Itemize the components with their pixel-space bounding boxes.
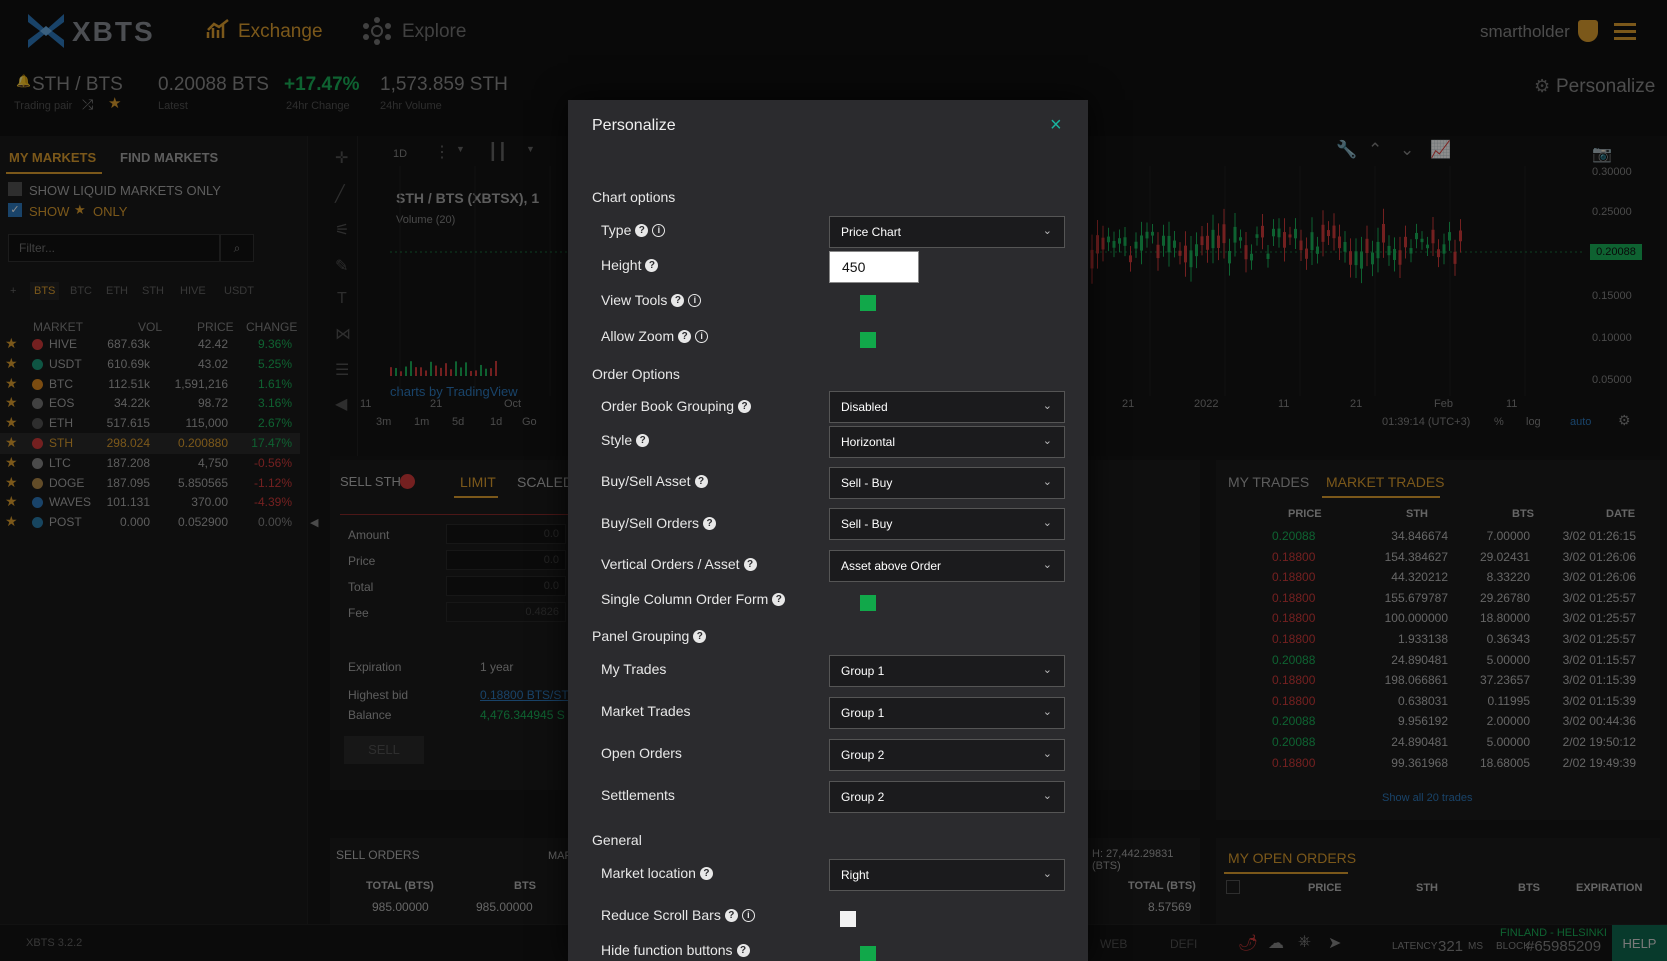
view-tools-checkbox[interactable] — [860, 295, 876, 311]
section-chart-options: Chart options — [592, 189, 676, 205]
label-buy-sell-orders: Buy/Sell Orders? — [601, 515, 717, 531]
label-single-column-text: Single Column Order Form — [601, 591, 769, 607]
label-buy-sell-orders-text: Buy/Sell Orders — [601, 515, 700, 531]
label-hide-function: Hide function buttons? — [601, 942, 750, 958]
help-icon[interactable]: ? — [694, 474, 708, 488]
label-vertical-orders-text: Vertical Orders / Asset — [601, 556, 740, 572]
label-buy-sell-asset-text: Buy/Sell Asset — [601, 473, 691, 489]
chevron-down-icon: ⌄ — [1042, 790, 1052, 802]
chevron-down-icon: ⌄ — [1042, 706, 1052, 718]
info-icon[interactable]: i — [741, 908, 755, 922]
help-icon[interactable]: ? — [772, 592, 786, 606]
label-style: Style? — [601, 432, 650, 448]
label-view-tools: View Tools? i — [601, 292, 702, 308]
chevron-down-icon: ⌄ — [1042, 559, 1052, 571]
market-trades-select[interactable]: Group 1 ⌄ — [829, 697, 1065, 729]
label-settlements-text: Settlements — [601, 787, 675, 803]
help-icon[interactable]: ? — [636, 433, 650, 447]
label-hide-function-text: Hide function buttons — [601, 942, 733, 958]
single-column-checkbox[interactable] — [860, 595, 876, 611]
settlements-value: Group 2 — [841, 790, 885, 804]
section-general: General — [592, 832, 642, 848]
label-order-book-grouping: Order Book Grouping? — [601, 398, 752, 414]
info-icon[interactable]: i — [688, 293, 702, 307]
label-single-column: Single Column Order Form? — [601, 591, 786, 607]
label-type-text: Type — [601, 222, 632, 238]
hide-function-checkbox[interactable] — [860, 946, 876, 961]
allow-zoom-checkbox[interactable] — [860, 332, 876, 348]
order-book-grouping-select[interactable]: Disabled ⌄ — [829, 391, 1065, 423]
personalize-modal: Personalize × Chart options Type? i Price… — [568, 100, 1088, 961]
label-my-trades: My Trades — [601, 661, 666, 677]
help-icon[interactable]: ? — [671, 293, 685, 307]
label-my-trades-text: My Trades — [601, 661, 667, 677]
label-market-location-text: Market location — [601, 865, 696, 881]
close-icon[interactable]: × — [1050, 114, 1062, 137]
buy-sell-asset-value: Sell - Buy — [841, 476, 893, 490]
chevron-down-icon: ⌄ — [1042, 517, 1052, 529]
my-trades-select[interactable]: Group 1 ⌄ — [829, 655, 1065, 687]
modal-title: Personalize — [592, 117, 676, 134]
label-reduce-scroll-text: Reduce Scroll Bars — [601, 907, 721, 923]
buy-sell-asset-select[interactable]: Sell - Buy ⌄ — [829, 467, 1065, 499]
label-buy-sell-asset: Buy/Sell Asset? — [601, 473, 708, 489]
style-value: Horizontal — [841, 435, 896, 449]
label-allow-zoom-text: Allow Zoom — [601, 328, 675, 344]
style-select[interactable]: Horizontal ⌄ — [829, 426, 1065, 458]
label-view-tools-text: View Tools — [601, 292, 668, 308]
label-vertical-orders: Vertical Orders / Asset? — [601, 556, 757, 572]
label-market-location: Market location? — [601, 865, 713, 881]
help-icon[interactable]: ? — [724, 908, 738, 922]
label-height: Height? — [601, 257, 659, 273]
help-icon[interactable]: ? — [703, 516, 717, 530]
buy-sell-orders-select[interactable]: Sell - Buy ⌄ — [829, 508, 1065, 540]
info-icon[interactable]: i — [695, 329, 709, 343]
help-icon[interactable]: ? — [645, 258, 659, 272]
label-open-orders: Open Orders — [601, 745, 682, 761]
label-order-book-grouping-text: Order Book Grouping — [601, 398, 735, 414]
reduce-scroll-checkbox[interactable] — [840, 911, 856, 927]
help-icon[interactable]: ? — [736, 943, 750, 957]
section-panel-grouping: Panel Grouping? — [592, 628, 707, 644]
market-location-select[interactable]: Right ⌄ — [829, 859, 1065, 891]
buy-sell-orders-value: Sell - Buy — [841, 517, 893, 531]
chevron-down-icon: ⌄ — [1042, 476, 1052, 488]
settlements-select[interactable]: Group 2 ⌄ — [829, 781, 1065, 813]
vertical-orders-select[interactable]: Asset above Order ⌄ — [829, 550, 1065, 582]
market-trades-value: Group 1 — [841, 706, 885, 720]
label-allow-zoom: Allow Zoom? i — [601, 328, 709, 344]
type-select[interactable]: Price Chart ⌄ — [829, 216, 1065, 248]
label-height-text: Height — [601, 257, 642, 273]
section-order-options: Order Options — [592, 366, 680, 382]
label-style-text: Style — [601, 432, 633, 448]
help-icon[interactable]: ? — [738, 399, 752, 413]
chevron-down-icon: ⌄ — [1042, 435, 1052, 447]
chevron-down-icon: ⌄ — [1042, 400, 1052, 412]
open-orders-value: Group 2 — [841, 748, 885, 762]
order-book-grouping-value: Disabled — [841, 400, 888, 414]
label-open-orders-text: Open Orders — [601, 745, 682, 761]
info-icon[interactable]: i — [652, 223, 666, 237]
market-location-value: Right — [841, 868, 870, 882]
label-type: Type? i — [601, 222, 666, 238]
type-value: Price Chart — [841, 225, 902, 239]
open-orders-select[interactable]: Group 2 ⌄ — [829, 739, 1065, 771]
label-settlements: Settlements — [601, 787, 675, 803]
label-reduce-scroll: Reduce Scroll Bars? i — [601, 907, 755, 923]
my-trades-value: Group 1 — [841, 664, 885, 678]
chevron-down-icon: ⌄ — [1042, 664, 1052, 676]
label-market-trades: Market Trades — [601, 703, 690, 719]
section-panel-grouping-text: Panel Grouping — [592, 628, 690, 644]
chevron-down-icon: ⌄ — [1042, 225, 1052, 237]
vertical-orders-value: Asset above Order — [841, 559, 942, 573]
label-market-trades-text: Market Trades — [601, 703, 691, 719]
height-input[interactable]: 450 — [829, 251, 919, 283]
chevron-down-icon: ⌄ — [1042, 868, 1052, 880]
help-icon[interactable]: ? — [635, 223, 649, 237]
help-icon[interactable]: ? — [678, 329, 692, 343]
help-icon[interactable]: ? — [693, 629, 707, 643]
help-icon[interactable]: ? — [743, 557, 757, 571]
help-icon[interactable]: ? — [699, 866, 713, 880]
chevron-down-icon: ⌄ — [1042, 748, 1052, 760]
